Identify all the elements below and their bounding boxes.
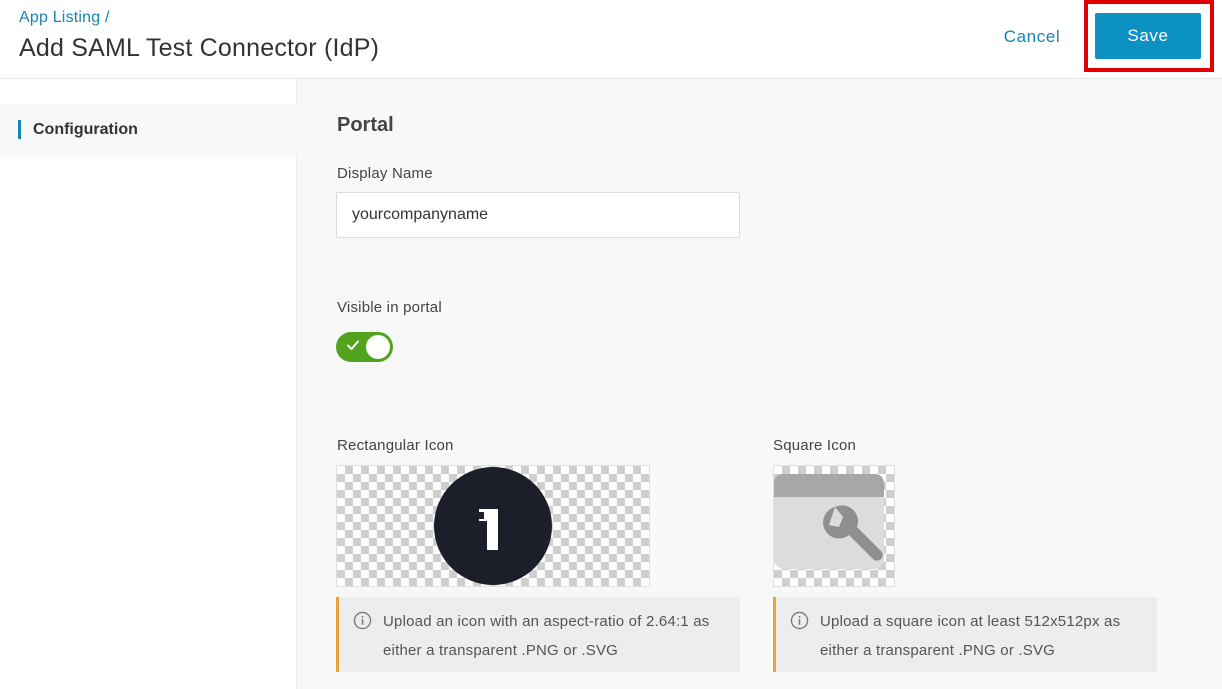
check-icon <box>347 340 359 350</box>
wrench-window-icon <box>774 474 884 569</box>
page-title: Add SAML Test Connector (IdP) <box>19 34 380 62</box>
rectangular-icon-info: Upload an icon with an aspect-ratio of 2… <box>336 597 740 672</box>
square-icon-info: Upload a square icon at least 512x512px … <box>773 597 1157 672</box>
sidebar-item-label: Configuration <box>33 121 138 138</box>
display-name-input[interactable] <box>336 192 740 238</box>
breadcrumb-app-listing[interactable]: App Listing / <box>19 9 110 27</box>
active-indicator <box>18 120 21 139</box>
sidebar-item-configuration[interactable]: Configuration <box>0 104 297 156</box>
square-icon-info-text: Upload a square icon at least 512x512px … <box>820 613 1121 659</box>
info-icon <box>790 611 809 630</box>
rectangular-icon-info-text: Upload an icon with an aspect-ratio of 2… <box>383 613 710 659</box>
visible-in-portal-label: Visible in portal <box>337 299 442 316</box>
cancel-button[interactable]: Cancel <box>990 24 1074 50</box>
rectangular-icon-label: Rectangular Icon <box>337 437 454 454</box>
toggle-knob <box>366 335 390 359</box>
square-icon-upload[interactable] <box>773 465 895 587</box>
section-title: Portal <box>337 114 394 136</box>
square-icon-label: Square Icon <box>773 437 857 454</box>
page-header: App Listing / Add SAML Test Connector (I… <box>0 0 1222 79</box>
sidebar: Configuration <box>0 79 297 689</box>
display-name-label: Display Name <box>337 165 433 182</box>
visible-in-portal-toggle[interactable] <box>336 332 393 362</box>
rectangular-icon-upload[interactable] <box>336 465 650 587</box>
info-icon <box>353 611 372 630</box>
onelogin-logo <box>434 467 552 585</box>
save-button[interactable]: Save <box>1095 13 1201 59</box>
